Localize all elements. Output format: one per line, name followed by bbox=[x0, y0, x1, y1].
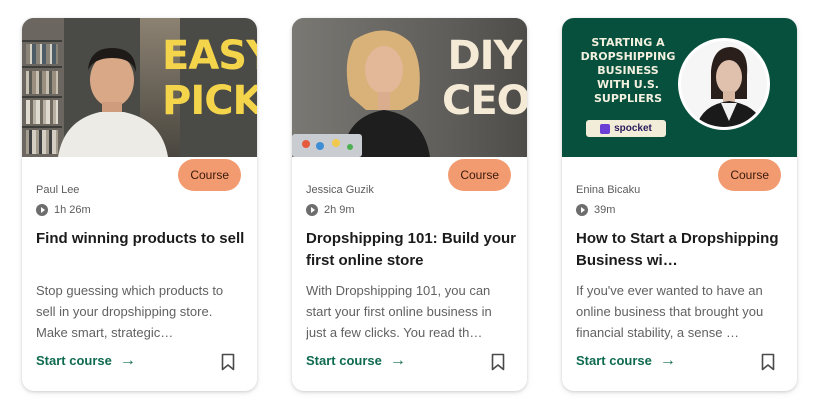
spocket-logo: spocket bbox=[586, 120, 666, 137]
play-icon bbox=[576, 204, 588, 216]
instructor-photo bbox=[292, 30, 430, 157]
play-icon bbox=[36, 204, 48, 216]
author-name: Paul Lee bbox=[36, 184, 80, 196]
course-description: With Dropshipping 101, you can start you… bbox=[306, 283, 492, 340]
course-description: Stop guessing which products to sell in … bbox=[36, 283, 224, 340]
course-thumbnail[interactable]: DIY CEO bbox=[292, 18, 527, 157]
arrow-right-icon: → bbox=[389, 351, 406, 369]
course-badge: Course bbox=[718, 159, 781, 191]
spocket-logo-icon bbox=[600, 123, 611, 134]
duration-text: 39m bbox=[594, 204, 616, 216]
start-course-link[interactable]: Start course → bbox=[576, 351, 676, 369]
course-badge: Course bbox=[178, 159, 241, 191]
course-description: If you've ever wanted to have an online … bbox=[576, 283, 764, 340]
instructor-photo bbox=[678, 38, 770, 130]
bookmark-icon[interactable] bbox=[221, 353, 235, 371]
start-course-label: Start course bbox=[576, 353, 652, 368]
course-card[interactable]: DIY CEO Course Jessica Guzik 2h 9m Drops… bbox=[292, 18, 527, 391]
thumbnail-headline: STARTING A DROPSHIPPING BUSINESS WITH U.… bbox=[580, 36, 676, 105]
arrow-right-icon: → bbox=[659, 351, 676, 369]
play-icon bbox=[306, 204, 318, 216]
course-title[interactable]: Dropshipping 101: Build your first onlin… bbox=[306, 228, 518, 272]
course-card[interactable]: STARTING A DROPSHIPPING BUSINESS WITH U.… bbox=[562, 18, 797, 391]
course-title[interactable]: How to Start a Dropshipping Business wi… bbox=[576, 228, 788, 272]
bookmark-icon[interactable] bbox=[491, 353, 505, 371]
course-thumbnail[interactable]: STARTING A DROPSHIPPING BUSINESS WITH U.… bbox=[562, 18, 797, 157]
duration-text: 1h 26m bbox=[54, 204, 91, 216]
arrow-right-icon: → bbox=[119, 351, 136, 369]
bookmark-icon[interactable] bbox=[761, 353, 775, 371]
course-badge: Course bbox=[448, 159, 511, 191]
thumbnail-headline: EASY PICK bbox=[162, 33, 257, 124]
start-course-label: Start course bbox=[306, 353, 382, 368]
instructor-photo bbox=[58, 48, 168, 157]
duration: 39m bbox=[576, 204, 615, 216]
author-name: Jessica Guzik bbox=[306, 184, 374, 196]
duration: 1h 26m bbox=[36, 204, 91, 216]
thumbnail-headline: DIY CEO bbox=[442, 33, 527, 124]
start-course-label: Start course bbox=[36, 353, 112, 368]
start-course-link[interactable]: Start course → bbox=[306, 351, 406, 369]
duration-text: 2h 9m bbox=[324, 204, 355, 216]
course-thumbnail[interactable]: EASY PICK bbox=[22, 18, 257, 157]
author-name: Enina Bicaku bbox=[576, 184, 641, 196]
start-course-link[interactable]: Start course → bbox=[36, 351, 136, 369]
course-title[interactable]: Find winning products to sell bbox=[36, 228, 248, 250]
duration: 2h 9m bbox=[306, 204, 355, 216]
course-card[interactable]: EASY PICK Course Paul Lee 1h 26m Find wi… bbox=[22, 18, 257, 391]
